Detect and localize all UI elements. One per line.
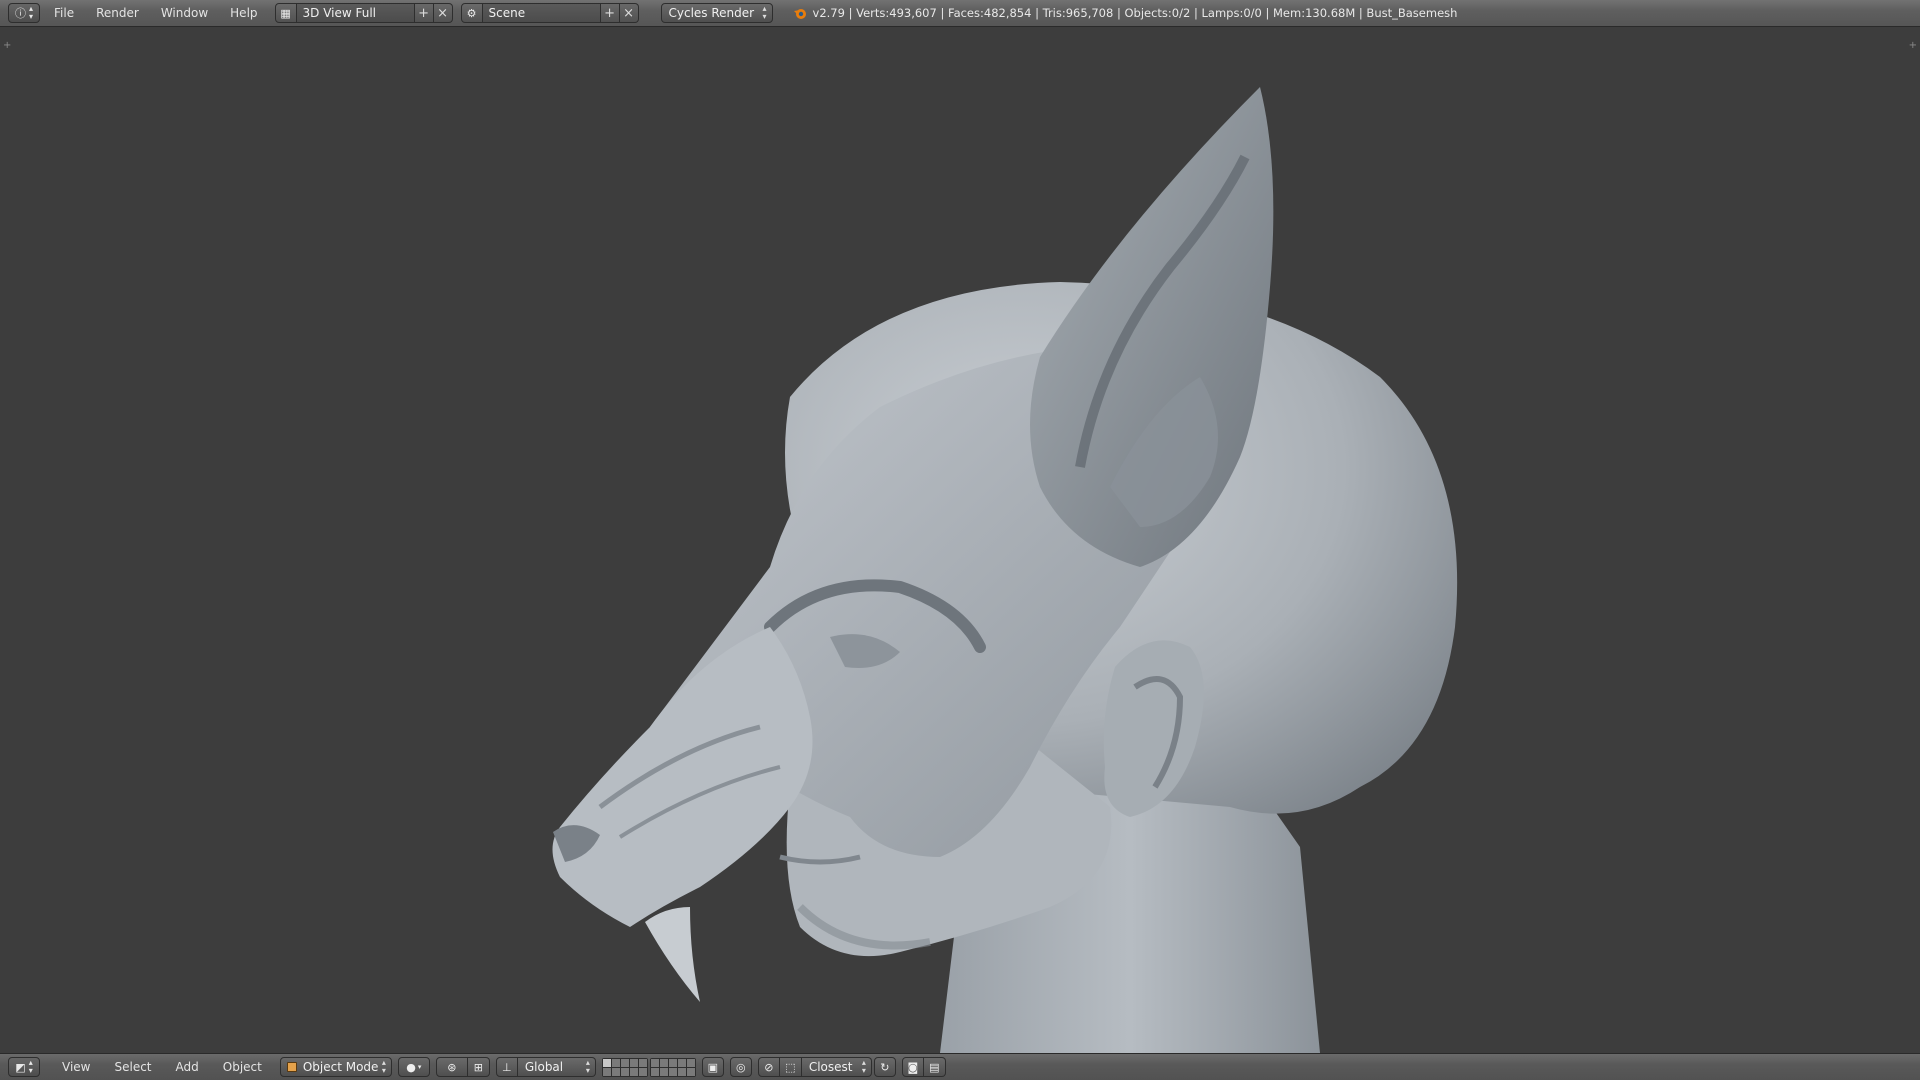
scene-field[interactable]: Scene <box>482 3 601 23</box>
transform-manipulator-button[interactable]: ⊥ <box>495 1057 518 1077</box>
menu-object[interactable]: Object <box>211 1060 274 1074</box>
menu-add[interactable]: Add <box>164 1060 211 1074</box>
mode-label: Object Mode <box>302 1060 379 1074</box>
layer-block-2[interactable] <box>649 1057 696 1077</box>
updown-arrows-icon: ▴ ▾ <box>28 1058 33 1075</box>
layer-block-1[interactable] <box>601 1057 648 1077</box>
rotation-icon: ↻ <box>880 1060 890 1074</box>
dropdown-arrows-icon: ▴ ▾ <box>381 1058 386 1075</box>
3d-view-icon: ◩ <box>15 1060 26 1074</box>
opengl-render-animation-button[interactable]: ▤ <box>923 1057 946 1077</box>
menu-window[interactable]: Window <box>150 6 219 20</box>
manipulator-icon: ⊞ <box>473 1060 483 1074</box>
axis-icon: ⊥ <box>502 1060 512 1074</box>
info-header: ⓘ ▴ ▾ File Render Window Help ▦ 3D View F… <box>0 0 1920 27</box>
render-engine-label: Cycles Render <box>668 6 755 20</box>
3d-viewport[interactable]: + + <box>0 27 1920 1053</box>
dropdown-arrows-icon: ▴ ▾ <box>585 1058 590 1075</box>
blender-logo-icon <box>793 9 806 19</box>
dropdown-arrows-icon: ▴ ▾ <box>861 1058 866 1075</box>
layout-grid-icon[interactable]: ▦ <box>274 3 297 23</box>
snap-element-icon: ⬚ <box>785 1060 796 1074</box>
sculpt-bust-model <box>552 87 1458 1053</box>
viewport-shading-dropdown[interactable]: ● ▾ <box>397 1057 430 1077</box>
layers-icon: ▣ <box>707 1060 719 1074</box>
snap-target-dropdown[interactable]: Closest ▴ ▾ <box>801 1057 872 1077</box>
camera-icon: ◙ <box>907 1060 919 1074</box>
menu-view[interactable]: View <box>50 1060 102 1074</box>
film-icon: ▤ <box>929 1060 940 1074</box>
solid-shading-icon: ● <box>406 1060 416 1074</box>
add-layout-button[interactable]: + <box>414 3 434 23</box>
add-scene-button[interactable]: + <box>600 3 620 23</box>
pivot-point-dropdown[interactable]: ⊛ <box>435 1057 468 1077</box>
dropdown-arrows-icon: ▴ ▾ <box>762 4 767 21</box>
opengl-render-image-button[interactable]: ◙ <box>901 1057 924 1077</box>
object-mode-cube-icon <box>286 1062 297 1072</box>
align-rotation-button[interactable]: ↻ <box>873 1057 896 1077</box>
snap-target-label: Closest <box>808 1060 853 1074</box>
menu-select[interactable]: Select <box>102 1060 163 1074</box>
pivot-icon: ⊛ <box>447 1060 457 1074</box>
stats-text: v2.79 | Verts:493,607 | Faces:482,854 | … <box>812 6 1458 20</box>
proportional-editing-button[interactable]: ◎ <box>729 1057 752 1077</box>
dropdown-arrows-icon: ▾ <box>417 1063 422 1071</box>
scene-selector: ⚙ Scene + × <box>460 3 639 23</box>
editor-type-selector[interactable]: ◩ ▴ ▾ <box>8 1057 40 1077</box>
snap-element-dropdown[interactable]: ⬚ <box>779 1057 802 1077</box>
interaction-mode-dropdown[interactable]: Object Mode ▴ ▾ <box>279 1057 392 1077</box>
orientation-label: Global <box>524 1060 564 1074</box>
updown-arrows-icon: ▴ ▾ <box>28 4 33 21</box>
layer-selector[interactable] <box>601 1057 696 1077</box>
scene-icon[interactable]: ⚙ <box>460 3 483 23</box>
scene-statistics: v2.79 | Verts:493,607 | Faces:482,854 | … <box>793 6 1458 20</box>
screen-layout-selector: ▦ 3D View Full + × <box>274 3 453 23</box>
editor-type-selector[interactable]: ⓘ ▴ ▾ <box>8 3 40 23</box>
menu-file[interactable]: File <box>50 6 85 20</box>
menu-help[interactable]: Help <box>219 6 268 20</box>
lock-camera-layers-button[interactable]: ▣ <box>701 1057 724 1077</box>
delete-scene-button[interactable]: × <box>619 3 639 23</box>
manipulator-toggle[interactable]: ⊞ <box>467 1057 490 1077</box>
screen-layout-field[interactable]: 3D View Full <box>296 3 415 23</box>
render-engine-dropdown[interactable]: Cycles Render ▴ ▾ <box>660 3 773 23</box>
snap-toggle[interactable]: ⊘ <box>757 1057 780 1077</box>
proportional-edit-icon: ◎ <box>736 1060 746 1074</box>
3d-view-header: ◩ ▴ ▾ View Select Add Object Object Mode … <box>0 1053 1920 1080</box>
menu-render[interactable]: Render <box>85 6 150 20</box>
transform-orientation-dropdown[interactable]: Global ▴ ▾ <box>517 1057 596 1077</box>
magnet-icon: ⊘ <box>764 1060 774 1074</box>
info-icon: ⓘ <box>14 7 26 20</box>
delete-layout-button[interactable]: × <box>433 3 453 23</box>
